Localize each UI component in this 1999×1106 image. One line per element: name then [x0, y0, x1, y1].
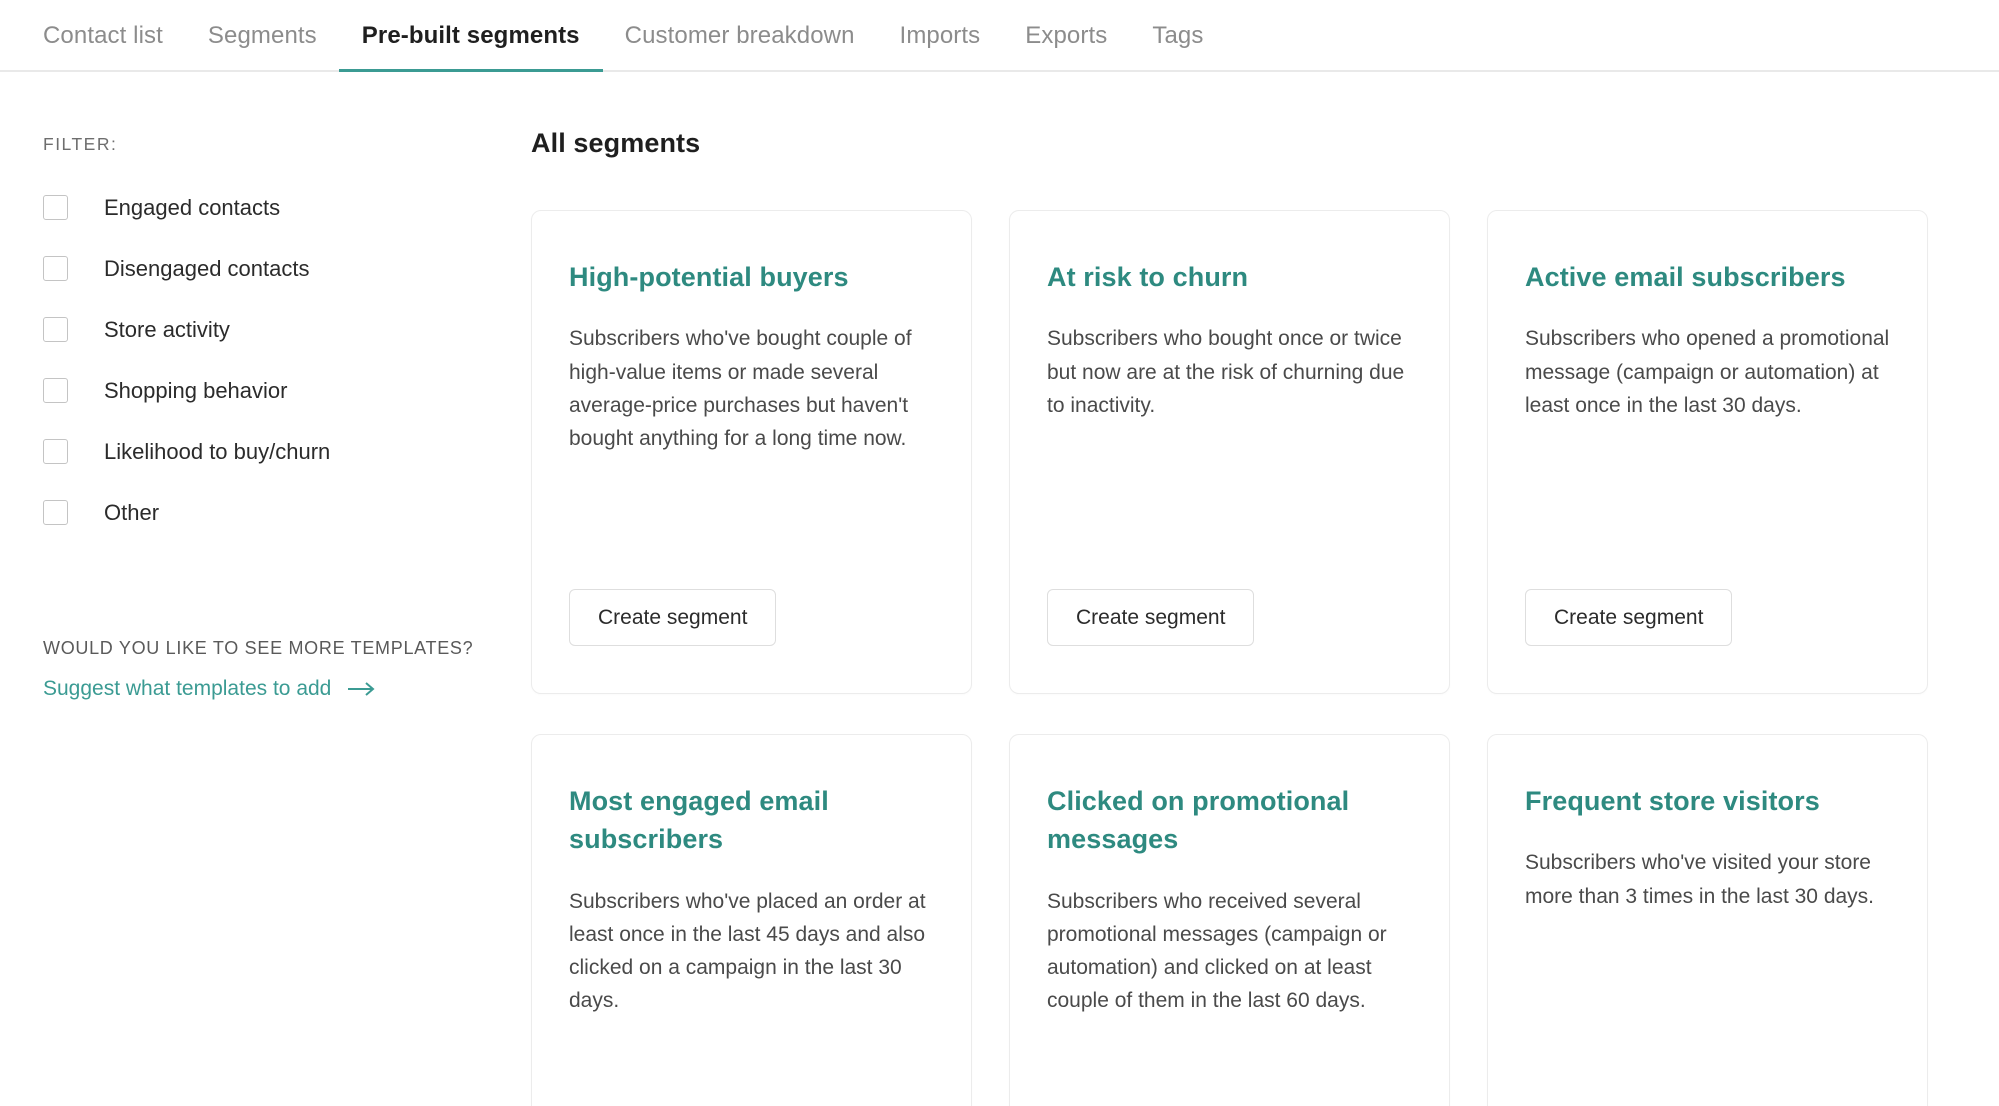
filter-item-label: Store activity: [104, 316, 230, 342]
filter-checkbox-list: Engaged contacts Disengaged contacts Store…: [43, 177, 513, 543]
segment-card-description: Subscribers who've visited your store mo…: [1525, 851, 1875, 908]
create-segment-button[interactable]: Create segment: [1525, 589, 1733, 646]
more-templates-question: WOULD YOU LIKE TO SEE MORE TEMPLATES?: [43, 638, 474, 658]
segment-card: Active email subscribers Subscribers who …: [1487, 210, 1928, 694]
tab-customer-breakdown[interactable]: Customer breakdown: [625, 24, 855, 70]
filter-item-likelihood-to-buy-churn[interactable]: Likelihood to buy/churn: [43, 421, 513, 482]
create-segment-button[interactable]: Create segment: [569, 589, 777, 646]
main-tab-bar: Contact list Segments Pre-built segments Cu…: [0, 0, 1999, 72]
checkbox-icon[interactable]: [43, 195, 68, 220]
prebuilt-segments-page: Contact list Segments Pre-built segments Cu…: [0, 0, 1999, 1106]
segment-card-description: Subscribers who received several promoti…: [1047, 889, 1387, 1013]
filter-item-label: Shopping behavior: [104, 377, 288, 403]
segment-card: High-potential buyers Subscribers who've …: [531, 210, 972, 694]
tab-exports[interactable]: Exports: [1025, 24, 1107, 70]
page-body: FILTER: Engaged contacts Disengaged conta…: [0, 72, 1999, 1106]
filter-item-shopping-behavior[interactable]: Shopping behavior: [43, 360, 513, 421]
filter-item-label: Engaged contacts: [104, 194, 281, 220]
segment-card-footer: Create segment: [569, 589, 934, 693]
checkbox-icon[interactable]: [43, 500, 68, 525]
checkbox-icon[interactable]: [43, 378, 68, 403]
tab-contact-list[interactable]: Contact list: [43, 24, 163, 70]
tab-tags[interactable]: Tags: [1152, 24, 1203, 70]
segment-card-description: Subscribers who've bought couple of high…: [569, 327, 912, 450]
checkbox-icon[interactable]: [43, 256, 68, 281]
filter-sidebar: FILTER: Engaged contacts Disengaged conta…: [43, 72, 513, 701]
segment-card-title[interactable]: At risk to churn: [1047, 258, 1412, 296]
tab-imports[interactable]: Imports: [900, 24, 981, 70]
filter-item-label: Likelihood to buy/churn: [104, 438, 331, 464]
suggest-templates-link[interactable]: Suggest what templates to add: [43, 677, 377, 701]
segment-card-description: Subscribers who opened a promotional mes…: [1525, 327, 1890, 417]
filter-item-label: Disengaged contacts: [104, 255, 310, 281]
filter-heading: FILTER:: [43, 134, 118, 154]
segment-card: At risk to churn Subscribers who bought o…: [1009, 210, 1450, 694]
filter-item-other[interactable]: Other: [43, 482, 513, 543]
more-templates-block: WOULD YOU LIKE TO SEE MORE TEMPLATES? Su…: [43, 638, 513, 701]
segment-card: Clicked on promotional messages Subscribe…: [1009, 734, 1450, 1106]
filter-item-store-activity[interactable]: Store activity: [43, 299, 513, 360]
segment-card: Frequent store visitors Subscribers who'v…: [1487, 734, 1928, 1106]
segment-card-title[interactable]: Most engaged email subscribers: [569, 782, 934, 859]
segment-card-title[interactable]: Frequent store visitors: [1525, 782, 1890, 820]
filter-item-label: Other: [104, 499, 160, 525]
tab-pre-built-segments[interactable]: Pre-built segments: [338, 24, 603, 72]
segment-card-title[interactable]: Clicked on promotional messages: [1047, 782, 1412, 859]
segment-card-title[interactable]: High-potential buyers: [569, 258, 934, 296]
arrow-right-icon: [347, 681, 377, 697]
tab-segments[interactable]: Segments: [208, 24, 317, 70]
create-segment-button[interactable]: Create segment: [1047, 589, 1255, 646]
segment-card-footer: Create segment: [1047, 589, 1412, 693]
page-title: All segments: [531, 128, 701, 158]
filter-item-engaged-contacts[interactable]: Engaged contacts: [43, 177, 513, 238]
filter-item-disengaged-contacts[interactable]: Disengaged contacts: [43, 238, 513, 299]
segment-card-description: Subscribers who bought once or twice but…: [1047, 327, 1405, 417]
checkbox-icon[interactable]: [43, 317, 68, 342]
checkbox-icon[interactable]: [43, 439, 68, 464]
segment-card-grid: High-potential buyers Subscribers who've …: [531, 210, 1931, 1106]
segment-card-title[interactable]: Active email subscribers: [1525, 258, 1890, 296]
suggest-templates-label: Suggest what templates to add: [43, 677, 332, 700]
segments-main: All segments High-potential buyers Subscr…: [531, 72, 1931, 1106]
segment-card: Most engaged email subscribers Subscriber…: [531, 734, 972, 1106]
segment-card-description: Subscribers who've placed an order at le…: [569, 889, 926, 1013]
segment-card-footer: Create segment: [1525, 589, 1890, 693]
